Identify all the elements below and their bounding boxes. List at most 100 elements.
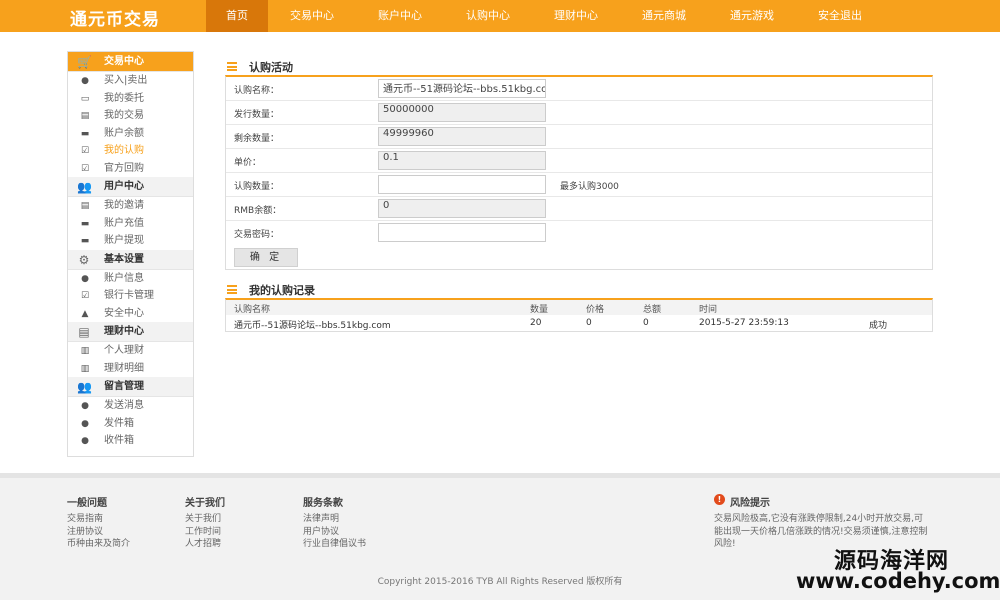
- sidebar-item-personal-finance[interactable]: ▥ 个人理财: [68, 342, 193, 360]
- watermark-url: www.codehy.com: [796, 569, 1000, 593]
- sidebar-item-label: 银行卡管理: [104, 290, 154, 301]
- list-icon: ▤: [80, 111, 90, 121]
- remaining-label: 剩余数量：: [234, 134, 280, 144]
- sidebar-item-invites[interactable]: ▤ 我的邀请: [68, 197, 193, 215]
- subscribe-form: 认购名称： 通元币--51源码论坛--bbs.51kbg.com 发行数量： 5…: [225, 75, 933, 270]
- menu-lines-icon: [227, 285, 237, 294]
- footer-link-user-agreement[interactable]: 用户协议: [303, 526, 366, 539]
- sidebar-item-label: 发件箱: [104, 417, 134, 429]
- remaining-field: 49999960: [378, 127, 546, 146]
- records-table: 认购名称 数量 价格 总额 时间 通元币--51源码论坛--bbs.51kbg.…: [225, 298, 933, 332]
- edit-icon: ☑: [80, 291, 90, 301]
- gear-icon: ⚙: [78, 252, 90, 267]
- footer-link-work-hours[interactable]: 工作时间: [185, 526, 225, 539]
- top-navbar: 通元币交易 首页 交易中心 账户中心 认购中心 理财中心 通元商城 通元游戏 安…: [0, 0, 1000, 32]
- sidebar-item-label: 官方回购: [104, 162, 144, 174]
- section-title-text: 认购活动: [249, 61, 293, 74]
- form-row-issued: 发行数量： 50000000: [226, 101, 932, 125]
- lock-icon: ▲: [81, 308, 89, 319]
- sidebar-item-label: 发送消息: [104, 400, 144, 411]
- header-time: 时间: [699, 305, 718, 315]
- sidebar-item-inbox[interactable]: ● 收件箱: [68, 432, 193, 450]
- cart-icon: 🛒: [77, 55, 92, 69]
- footer-link-careers[interactable]: 人才招聘: [185, 538, 225, 551]
- sidebar-item-outbox[interactable]: ● 发件箱: [68, 415, 193, 433]
- footer-col-about: 关于我们 关于我们 工作时间 人才招聘: [185, 494, 225, 551]
- quantity-input[interactable]: [378, 175, 546, 194]
- quantity-label: 认购数量：: [234, 182, 280, 192]
- form-row-remaining: 剩余数量： 49999960: [226, 125, 932, 149]
- subscribe-section-title: 认购活动: [227, 59, 293, 75]
- price-field: 0.1: [378, 151, 546, 170]
- header-name: 认购名称: [234, 305, 271, 315]
- nav-subscribe-center[interactable]: 认购中心: [444, 0, 532, 32]
- name-field[interactable]: 通元币--51源码论坛--bbs.51kbg.com: [378, 79, 546, 98]
- sidebar-item-withdraw[interactable]: ▬ 账户提现: [68, 232, 193, 250]
- name-label: 认购名称：: [234, 86, 280, 96]
- sidebar-item-label: 个人理财: [104, 345, 144, 356]
- coin-icon: ●: [81, 76, 89, 86]
- sidebar-item-buyback[interactable]: ☑ 官方回购: [68, 160, 193, 178]
- rmb-label: RMB余额：: [234, 206, 282, 216]
- card-icon: ▬: [80, 218, 90, 229]
- sidebar-group-label: 基本设置: [104, 253, 144, 265]
- sidebar-item-account-info[interactable]: ● 账户信息: [68, 270, 193, 288]
- sidebar-group-settings[interactable]: ⚙ 基本设置: [68, 249, 193, 270]
- sidebar-item-label: 我的邀请: [104, 200, 144, 211]
- password-label: 交易密码：: [234, 230, 280, 240]
- sidebar-group-trade[interactable]: 🛒 交易中心: [68, 52, 193, 72]
- sidebar-item-buy-sell[interactable]: ● 买入|卖出: [68, 72, 193, 90]
- cell-qty: 20: [530, 318, 542, 328]
- rmb-balance-field: 0: [378, 199, 546, 218]
- header-qty: 数量: [530, 305, 549, 315]
- coin-icon: ●: [81, 436, 89, 446]
- sidebar-item-bank-cards[interactable]: ☑ 银行卡管理: [68, 287, 193, 305]
- edit-icon: ☑: [80, 146, 90, 156]
- sidebar-item-label: 账户充值: [104, 217, 144, 229]
- site-logo[interactable]: 通元币交易: [70, 5, 160, 30]
- form-row-quantity: 认购数量： 最多认购3000: [226, 173, 932, 197]
- form-row-rmb: RMB余额： 0: [226, 197, 932, 221]
- sidebar-item-balance[interactable]: ▬ 账户余额: [68, 125, 193, 143]
- nav-finance-center[interactable]: 理财中心: [532, 0, 620, 32]
- nav-trade-center[interactable]: 交易中心: [268, 0, 356, 32]
- sidebar-item-security[interactable]: ▲ 安全中心: [68, 305, 193, 323]
- bar-chart-icon: ▥: [80, 346, 90, 356]
- sidebar-item-my-trades[interactable]: ▤ 我的交易: [68, 107, 193, 125]
- sidebar-group-finance[interactable]: ▤ 理财中心: [68, 322, 193, 342]
- sidebar-item-deposit[interactable]: ▬ 账户充值: [68, 215, 193, 233]
- nav-account-center[interactable]: 账户中心: [356, 0, 444, 32]
- sidebar-item-send-message[interactable]: ● 发送消息: [68, 397, 193, 415]
- nav-logout[interactable]: 安全退出: [796, 0, 884, 32]
- quantity-hint: 最多认购3000: [560, 182, 619, 192]
- sidebar-item-my-subscribe[interactable]: ☑ 我的认购: [68, 142, 193, 160]
- footer-link-trade-guide[interactable]: 交易指南: [67, 513, 130, 526]
- footer-link-register-agreement[interactable]: 注册协议: [67, 526, 130, 539]
- sidebar-group-user[interactable]: 👥 用户中心: [68, 177, 193, 197]
- footer-link-coin-intro[interactable]: 币种由来及简介: [67, 538, 130, 551]
- sidebar-group-messages[interactable]: 👥 留言管理: [68, 377, 193, 397]
- footer-link-about-us[interactable]: 关于我们: [185, 513, 225, 526]
- footer-link-self-discipline[interactable]: 行业自律倡议书: [303, 538, 366, 551]
- users-icon: 👥: [77, 380, 92, 394]
- sidebar-item-label: 我的交易: [104, 110, 144, 121]
- form-row-name: 认购名称： 通元币--51源码论坛--bbs.51kbg.com: [226, 77, 932, 101]
- sidebar-item-label: 账户余额: [104, 127, 144, 139]
- price-label: 单价：: [234, 158, 262, 168]
- sidebar-group-label: 用户中心: [104, 181, 144, 192]
- confirm-button[interactable]: 确 定: [234, 248, 298, 267]
- trade-password-input[interactable]: [378, 223, 546, 242]
- nav-mall[interactable]: 通元商城: [620, 0, 708, 32]
- sidebar-item-finance-details[interactable]: ▥ 理财明细: [68, 360, 193, 378]
- sidebar-group-label: 交易中心: [104, 56, 144, 67]
- sidebar-group-label: 理财中心: [104, 326, 144, 337]
- footer-link-legal[interactable]: 法律声明: [303, 513, 366, 526]
- nav-games[interactable]: 通元游戏: [708, 0, 796, 32]
- nav-home[interactable]: 首页: [206, 0, 268, 32]
- table-header: 认购名称 数量 价格 总额 时间: [226, 300, 932, 315]
- coin-icon: ●: [81, 401, 89, 411]
- form-row-price: 单价： 0.1: [226, 149, 932, 173]
- sidebar-item-my-orders[interactable]: ▭ 我的委托: [68, 90, 193, 108]
- sidebar-item-label: 安全中心: [104, 307, 144, 319]
- users-icon: 👥: [77, 180, 92, 194]
